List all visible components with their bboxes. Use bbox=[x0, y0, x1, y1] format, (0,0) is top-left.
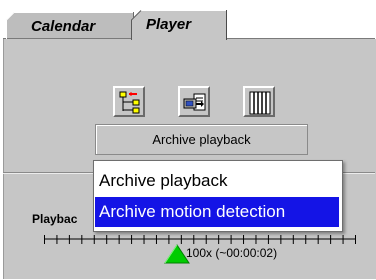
export-button[interactable] bbox=[178, 86, 210, 117]
tree-hierarchy-icon bbox=[119, 91, 140, 114]
playback-speed-value: 100x (~00:00:02) bbox=[186, 246, 278, 260]
filmstrip-button[interactable] bbox=[243, 86, 275, 117]
mode-select-value: Archive playback bbox=[152, 132, 251, 147]
tree-button[interactable] bbox=[113, 86, 145, 117]
mode-select[interactable]: Archive playback bbox=[95, 124, 308, 155]
tab-calendar[interactable]: Calendar bbox=[6, 12, 134, 39]
tab-calendar-label: Calendar bbox=[31, 18, 96, 35]
dropdown-option-archive-motion-detection[interactable]: Archive motion detection bbox=[95, 197, 339, 227]
export-icon bbox=[183, 93, 206, 111]
tab-player[interactable]: Player bbox=[131, 10, 227, 40]
filmstrip-icon bbox=[249, 91, 271, 115]
playback-speed-scale bbox=[44, 235, 356, 244]
tab-player-label: Player bbox=[146, 16, 192, 33]
dropdown-option-archive-playback[interactable]: Archive playback bbox=[95, 166, 339, 196]
playback-speed-label: Playbac bbox=[32, 212, 78, 226]
mode-dropdown-list: Archive playback Archive motion detectio… bbox=[93, 160, 343, 232]
